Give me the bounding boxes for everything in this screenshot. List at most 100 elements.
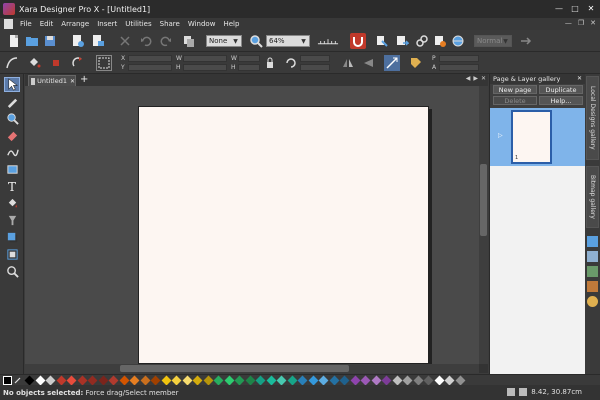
layers-gallery-icon[interactable]	[587, 281, 598, 292]
fill-tool-icon[interactable]	[4, 196, 20, 211]
tab-bitmap-gallery[interactable]: Bitmap gallery	[586, 166, 599, 228]
no-color-swatch[interactable]	[3, 376, 12, 385]
flip-vertical-icon[interactable]	[360, 55, 376, 71]
color-swatch[interactable]	[35, 375, 45, 386]
horizontal-scroll-thumb[interactable]	[120, 365, 349, 372]
color-picker-icon[interactable]	[14, 377, 21, 384]
snap-status-icon[interactable]	[507, 388, 516, 396]
color-swatch[interactable]	[45, 375, 56, 386]
tag-icon[interactable]	[408, 55, 424, 71]
color-swatch[interactable]	[297, 375, 308, 386]
export-web-icon[interactable]	[394, 33, 410, 49]
link-icon[interactable]	[414, 33, 430, 49]
rulers-icon[interactable]	[316, 33, 340, 49]
color-swatch[interactable]	[77, 375, 87, 386]
pen-tool-icon[interactable]	[4, 94, 20, 109]
lock-aspect-icon[interactable]	[262, 55, 278, 71]
horizontal-scrollbar[interactable]	[25, 364, 479, 373]
tab-close-icon[interactable]: ✕	[481, 75, 486, 82]
freehand-tool-icon[interactable]	[4, 145, 20, 160]
arrow-right-icon[interactable]	[518, 33, 534, 49]
aspect-field[interactable]	[439, 64, 479, 71]
color-swatch[interactable]	[224, 375, 234, 386]
redo-icon[interactable]	[158, 33, 174, 49]
color-swatch[interactable]	[318, 375, 329, 386]
zoom-select[interactable]: 64% ▼	[266, 35, 310, 47]
color-swatch[interactable]	[434, 375, 444, 386]
menu-help[interactable]: Help	[219, 20, 243, 28]
color-swatch[interactable]	[266, 375, 276, 386]
line-gallery-icon[interactable]	[587, 236, 598, 247]
color-swatch[interactable]	[98, 375, 108, 386]
expand-arrow-icon[interactable]: ▷	[498, 132, 503, 139]
menu-window[interactable]: Window	[184, 20, 220, 28]
color-swatch[interactable]	[108, 375, 119, 386]
y-field[interactable]	[128, 64, 172, 71]
color-swatch[interactable]	[161, 375, 171, 386]
color-swatch[interactable]	[371, 375, 381, 386]
tab-local-designs-gallery[interactable]: Local Designs gallery	[586, 76, 599, 160]
contour-tool-icon[interactable]	[4, 247, 20, 262]
drawing-canvas[interactable]	[25, 86, 479, 364]
color-swatch[interactable]	[150, 375, 161, 386]
vertical-scrollbar[interactable]	[479, 86, 488, 364]
selection-bounds-icon[interactable]	[96, 55, 112, 71]
color-swatch[interactable]	[329, 375, 339, 386]
close-tab-icon[interactable]: ✕	[70, 78, 75, 85]
color-swatch[interactable]	[66, 375, 77, 386]
color-swatch[interactable]	[392, 375, 402, 386]
color-swatch[interactable]	[192, 375, 203, 386]
w-field[interactable]	[183, 55, 227, 62]
zoom-icon[interactable]	[248, 33, 264, 49]
minimize-button[interactable]: —	[552, 2, 566, 14]
open-folder-icon[interactable]	[24, 33, 40, 49]
color-swatch[interactable]	[413, 375, 423, 386]
color-swatch[interactable]	[87, 375, 98, 386]
clip-icon[interactable]	[374, 33, 390, 49]
scale-lines-icon[interactable]	[384, 55, 400, 71]
undo-icon[interactable]	[138, 33, 154, 49]
save-icon[interactable]	[42, 33, 58, 49]
position-field[interactable]	[439, 55, 479, 62]
x-field[interactable]	[128, 55, 172, 62]
color-swatch[interactable]	[56, 375, 66, 386]
tab-untitled1[interactable]: Untitled1 ✕	[28, 75, 76, 86]
page-thumbnail[interactable]: 1	[511, 110, 552, 164]
angle-field[interactable]	[300, 55, 330, 62]
color-swatch[interactable]	[234, 375, 245, 386]
cut-icon[interactable]	[117, 33, 133, 49]
color-swatch[interactable]	[455, 375, 465, 386]
doc-restore-icon[interactable]: ❐	[578, 19, 584, 27]
ruler-status-icon[interactable]	[519, 388, 528, 396]
live-zoom-icon[interactable]	[4, 264, 20, 279]
stop-record-icon[interactable]	[48, 55, 64, 71]
color-swatch[interactable]	[119, 375, 129, 386]
rotation-icon[interactable]	[283, 55, 299, 71]
flip-horizontal-icon[interactable]	[340, 55, 356, 71]
eraser-tool-icon[interactable]	[4, 128, 20, 143]
quality-select[interactable]: None ▼	[206, 35, 242, 47]
document-icon[interactable]	[4, 19, 13, 29]
color-swatch[interactable]	[444, 375, 455, 386]
color-swatch[interactable]	[287, 375, 297, 386]
tab-left-icon[interactable]: ◀	[466, 75, 471, 82]
zoom-tool-icon[interactable]	[4, 111, 20, 126]
new-page-button[interactable]: New page	[493, 85, 537, 94]
curve-icon[interactable]	[4, 55, 20, 71]
color-gallery-icon[interactable]	[587, 296, 598, 307]
rectangle-tool-icon[interactable]	[4, 162, 20, 177]
shear-field[interactable]	[300, 64, 330, 71]
menu-insert[interactable]: Insert	[93, 20, 121, 28]
color-swatch[interactable]	[339, 375, 350, 386]
color-swatch[interactable]	[381, 375, 392, 386]
frame-gallery-icon[interactable]	[587, 266, 598, 277]
color-swatch[interactable]	[276, 375, 287, 386]
w-percent-field[interactable]	[238, 55, 260, 62]
menu-file[interactable]: File	[16, 20, 36, 28]
color-swatch[interactable]	[308, 375, 318, 386]
color-swatch[interactable]	[24, 375, 35, 386]
duplicate-button[interactable]: Duplicate	[539, 85, 583, 94]
color-swatch[interactable]	[402, 375, 413, 386]
menu-share[interactable]: Share	[156, 20, 184, 28]
h-percent-field[interactable]	[238, 64, 260, 71]
